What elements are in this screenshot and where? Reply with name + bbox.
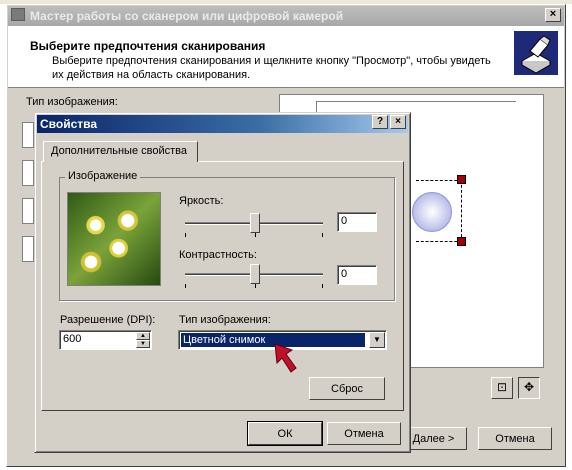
wizard-cancel-button[interactable]: Отмена: [478, 427, 552, 450]
resolution-spinbox[interactable]: 600 ▲ ▼: [59, 330, 152, 350]
brightness-slider-thumb[interactable]: [250, 213, 260, 233]
reset-button[interactable]: Сброс: [309, 377, 385, 400]
contrast-input[interactable]: 0: [337, 265, 377, 285]
selection-handle-top-right[interactable]: [457, 175, 466, 184]
scanner-icon: [11, 8, 25, 21]
wizard-image-type-label: Тип изображения:: [26, 96, 118, 108]
zoom-selection-icon[interactable]: ✥: [518, 377, 540, 399]
brightness-tick-mid: [255, 233, 256, 237]
scan-selection-box[interactable]: [416, 180, 462, 242]
contrast-tick-min: [185, 284, 186, 288]
contrast-tick-max: [322, 284, 323, 288]
header-title: Выберите предпочтения сканирования: [30, 39, 266, 53]
sample-image-thumbnail: [67, 192, 161, 286]
header-subtitle: Выберите предпочтения сканирования и щел…: [52, 55, 491, 81]
help-button[interactable]: ?: [372, 115, 388, 129]
brightness-input[interactable]: 0: [337, 212, 377, 232]
scanner-wizard-logo-icon: [514, 31, 558, 75]
chevron-down-icon[interactable]: ▼: [369, 332, 385, 348]
image-group-label: Изображение: [65, 170, 141, 182]
spin-up-icon[interactable]: ▲: [136, 332, 150, 340]
dialog-title: Свойства: [40, 117, 98, 131]
close-icon: ×: [545, 8, 561, 22]
dialog-cancel-button[interactable]: Отмена: [327, 422, 401, 445]
brightness-tick-min: [185, 233, 186, 237]
image-type-label: Тип изображения:: [179, 314, 271, 326]
tab-advanced-properties[interactable]: Дополнительные свойства: [43, 141, 198, 162]
ok-button[interactable]: ОК: [247, 421, 323, 446]
resolution-value: 600: [63, 333, 82, 345]
mouse-pointer-icon: [274, 343, 297, 373]
contrast-tick-mid: [255, 284, 256, 288]
dialog-title-bar: Свойства: [37, 115, 408, 133]
contrast-label: Контрастность:: [179, 249, 257, 261]
wizard-close-button[interactable]: ×: [545, 8, 561, 22]
selection-handle-bottom-right[interactable]: [457, 237, 466, 246]
wizard-title: Мастер работы со сканером или цифровой к…: [30, 9, 344, 23]
wizard-header: Выберите предпочтения сканирования Выбер…: [8, 26, 564, 88]
tab-label: Дополнительные свойства: [51, 145, 187, 157]
close-icon: ×: [395, 116, 401, 127]
brightness-label: Яркость:: [179, 195, 224, 207]
image-type-option-2[interactable]: [22, 160, 34, 186]
brightness-tick-max: [322, 233, 323, 237]
wizard-title-bar: Мастер работы со сканером или цифровой к…: [8, 6, 564, 26]
zoom-fit-icon[interactable]: ⊡: [491, 377, 513, 399]
dialog-close-button[interactable]: ×: [390, 115, 406, 129]
help-icon: ?: [376, 116, 384, 127]
resolution-label: Разрешение (DPI):: [60, 314, 156, 326]
spin-down-icon[interactable]: ▼: [136, 340, 150, 348]
image-type-option-4[interactable]: [22, 236, 34, 262]
contrast-slider-thumb[interactable]: [250, 264, 260, 284]
image-type-option-1[interactable]: [22, 122, 34, 148]
properties-dialog: Свойства ? × Дополнительные свойства Изо…: [34, 112, 411, 453]
image-type-option-3[interactable]: [22, 198, 34, 224]
